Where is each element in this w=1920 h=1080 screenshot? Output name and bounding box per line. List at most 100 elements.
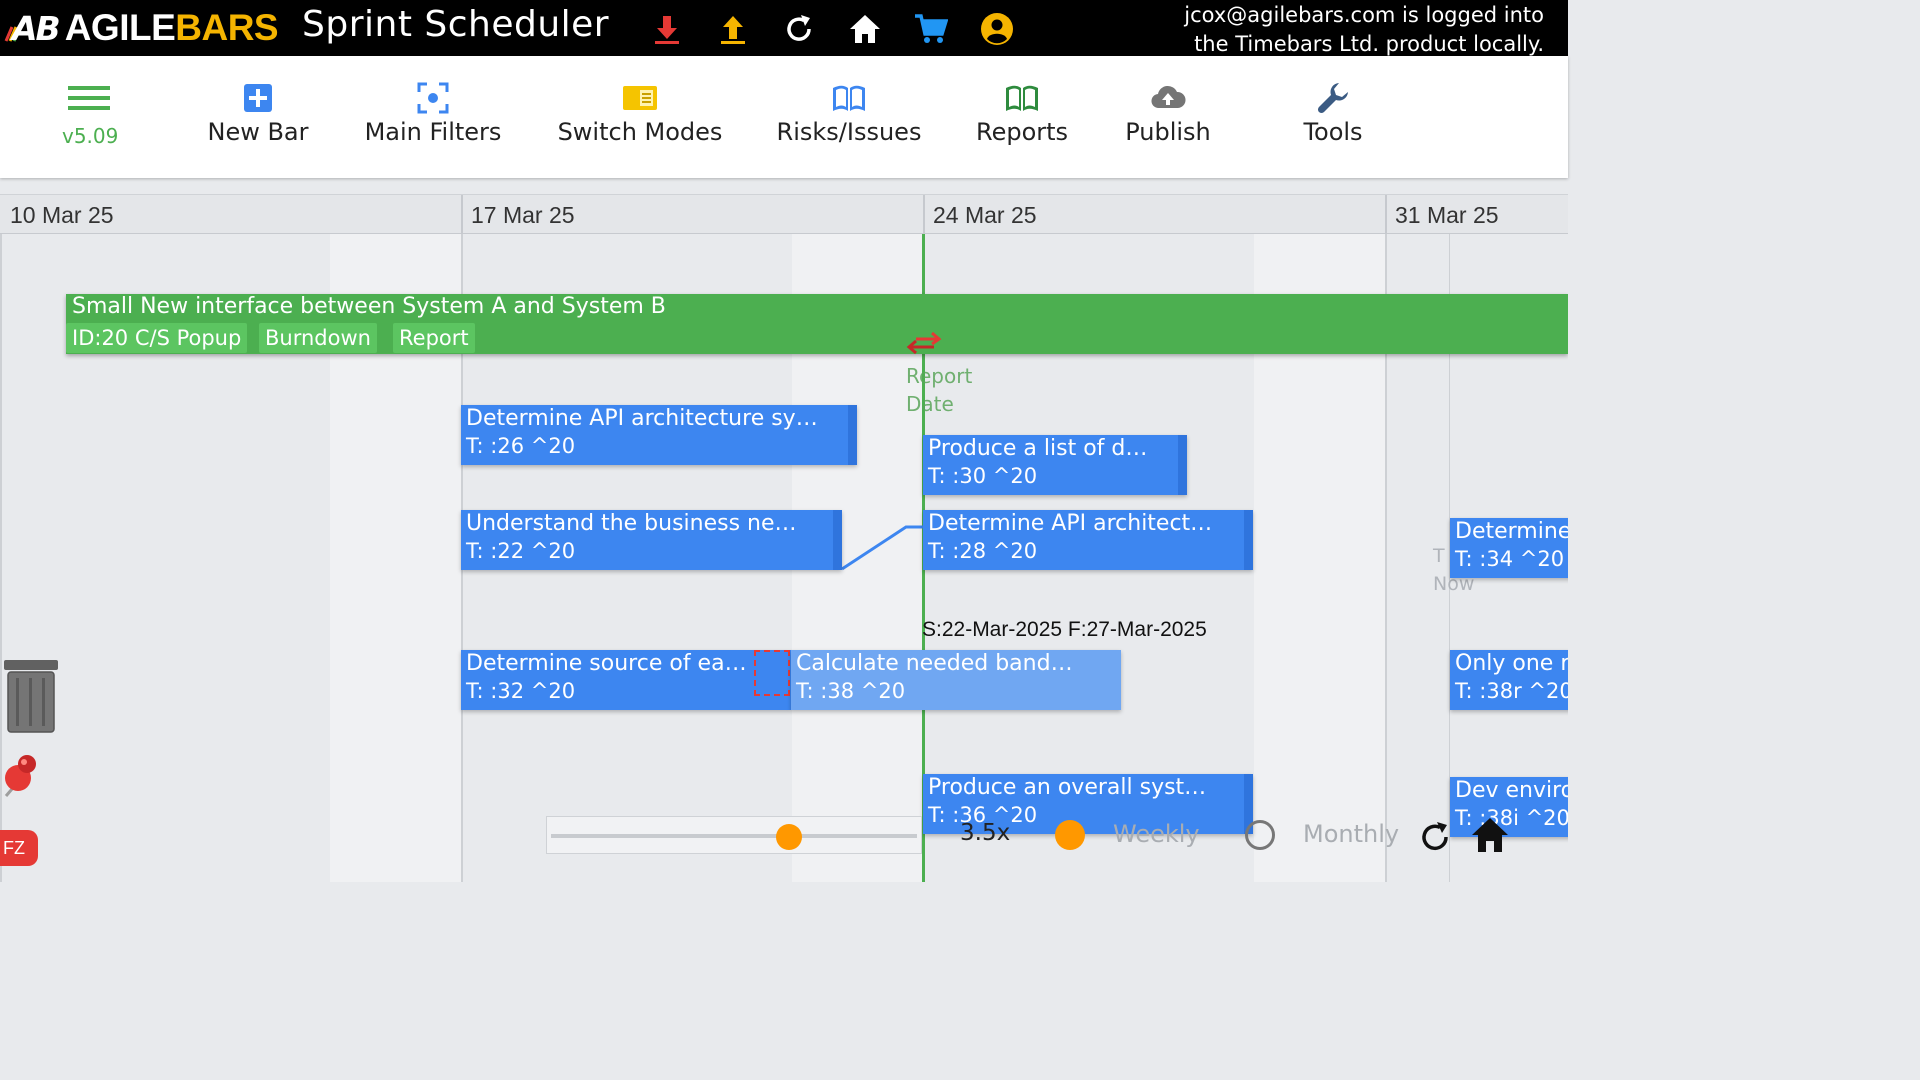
main-filters-button[interactable]: Main Filters bbox=[362, 80, 504, 146]
open-book-blue-icon bbox=[833, 85, 865, 111]
task-bar[interactable]: Determine API architecture sy… T: :26 ^2… bbox=[461, 405, 857, 465]
upload-icon[interactable] bbox=[716, 12, 750, 46]
resize-handle[interactable] bbox=[848, 405, 857, 465]
risks-issues-label: Risks/Issues bbox=[776, 118, 922, 146]
task-subtitle: T: :22 ^20 bbox=[466, 539, 576, 563]
task-title: Calculate needed band… bbox=[796, 651, 1073, 676]
publish-button[interactable]: Publish bbox=[1122, 80, 1214, 146]
date-header-week-3: 24 Mar 25 bbox=[923, 195, 1385, 235]
zoom-slider-track bbox=[551, 834, 917, 838]
task-subtitle: T: :32 ^20 bbox=[466, 679, 576, 703]
report-date-label: Report Date bbox=[906, 362, 972, 418]
timeline-header: 10 Mar 25 17 Mar 25 24 Mar 25 31 Mar 25 bbox=[0, 194, 1568, 235]
switch-modes-button[interactable]: Switch Modes bbox=[556, 80, 724, 146]
tools-button[interactable]: Tools bbox=[1296, 80, 1370, 146]
task-subtitle: T: :30 ^20 bbox=[928, 464, 1038, 488]
logo-agile: AGILE bbox=[64, 7, 176, 48]
popup-chip[interactable]: ID:20 C/S Popup bbox=[66, 323, 248, 353]
switch-modes-label: Switch Modes bbox=[557, 118, 723, 146]
task-bar[interactable]: Determine source of ea… T: :32 ^20 bbox=[461, 650, 791, 710]
download-icon[interactable] bbox=[650, 12, 684, 46]
focus-filter-icon bbox=[417, 82, 449, 114]
version-label: v5.09 bbox=[62, 124, 119, 148]
task-bar[interactable]: Determine T: :34 ^20 bbox=[1450, 518, 1568, 578]
tools-label: Tools bbox=[1303, 118, 1363, 146]
zoom-slider[interactable] bbox=[546, 816, 922, 854]
task-title: Dev enviro bbox=[1455, 778, 1568, 803]
task-bar[interactable]: Only one r T: :38r ^20 bbox=[1450, 650, 1568, 710]
task-subtitle: T: :28 ^20 bbox=[928, 539, 1038, 563]
agilebars-logo: AB AGILEBARS bbox=[4, 7, 279, 49]
reports-label: Reports bbox=[975, 118, 1069, 146]
switch-modes-icon bbox=[623, 86, 657, 110]
trash-icon[interactable] bbox=[4, 658, 58, 734]
drop-target-indicator bbox=[754, 650, 790, 696]
dependency-link-line bbox=[841, 525, 924, 571]
report-chip[interactable]: Report bbox=[393, 323, 475, 353]
report-date-line-2: Date bbox=[906, 392, 954, 416]
weekly-radio[interactable] bbox=[1055, 820, 1085, 850]
date-header-week-1: 10 Mar 25 bbox=[10, 202, 114, 228]
task-title: Determine API architect… bbox=[928, 511, 1213, 536]
swap-arrows-icon[interactable] bbox=[906, 330, 942, 356]
task-title: Determine source of ea… bbox=[466, 651, 747, 676]
account-icon[interactable] bbox=[980, 12, 1014, 46]
add-box-icon bbox=[244, 84, 272, 112]
date-header-week-4: 31 Mar 25 bbox=[1385, 195, 1585, 235]
schedule-canvas[interactable]: Small New interface between System A and… bbox=[0, 234, 1568, 882]
main-toolbar: v5.09 New Bar Main Filters Switch Modes bbox=[0, 56, 1568, 178]
task-bar[interactable]: Understand the business ne… T: :22 ^20 bbox=[461, 510, 842, 570]
task-title: Produce an overall syst… bbox=[928, 775, 1207, 800]
cloud-upload-icon bbox=[1151, 85, 1186, 109]
task-bar-dragging[interactable]: Calculate needed band… T: :38 ^20 bbox=[791, 650, 1121, 710]
task-title: Only one r bbox=[1455, 651, 1568, 676]
resize-handle[interactable] bbox=[1178, 435, 1187, 495]
fz-badge[interactable]: FZ bbox=[0, 830, 38, 866]
monthly-radio[interactable] bbox=[1245, 820, 1275, 850]
logo-bars: BARS bbox=[175, 7, 279, 48]
logo-mark: AB bbox=[12, 8, 61, 48]
reports-button[interactable]: Reports bbox=[972, 80, 1072, 146]
task-subtitle: T: :38 ^20 bbox=[796, 679, 906, 703]
logo-wordmark: AGILEBARS bbox=[64, 7, 279, 49]
login-line-2: the Timebars Ltd. product locally. bbox=[1194, 32, 1544, 56]
zoom-value: 3.5x bbox=[960, 820, 1011, 846]
resize-handle[interactable] bbox=[1244, 510, 1253, 570]
task-bar[interactable]: Produce a list of d… T: :30 ^20 bbox=[923, 435, 1187, 495]
scroll-to-today-home-icon[interactable] bbox=[1470, 816, 1510, 854]
task-title: Determine API architecture sy… bbox=[466, 406, 818, 431]
login-status: jcox@agilebars.com is logged into the Ti… bbox=[1184, 1, 1544, 59]
feature-title: Small New interface between System A and… bbox=[72, 294, 666, 319]
task-title: Understand the business ne… bbox=[466, 511, 797, 536]
open-book-green-icon bbox=[1006, 85, 1038, 111]
publish-label: Publish bbox=[1125, 118, 1211, 146]
weekly-label: Weekly bbox=[1113, 820, 1200, 848]
hamburger-menu-icon[interactable] bbox=[68, 84, 110, 112]
top-header: AB AGILEBARS Sprint Scheduler jcox@agile… bbox=[0, 0, 1568, 56]
cart-icon[interactable] bbox=[914, 12, 948, 46]
push-pin-icon[interactable] bbox=[0, 752, 42, 802]
reset-view-icon[interactable] bbox=[1418, 820, 1452, 854]
zoom-slider-knob[interactable] bbox=[775, 824, 802, 850]
monthly-label: Monthly bbox=[1303, 820, 1400, 848]
burndown-chip[interactable]: Burndown bbox=[259, 323, 377, 353]
new-bar-button[interactable]: New Bar bbox=[206, 80, 310, 146]
main-filters-label: Main Filters bbox=[364, 118, 502, 146]
task-subtitle: T: :34 ^20 bbox=[1455, 547, 1565, 571]
date-header-week-2: 17 Mar 25 bbox=[461, 195, 923, 235]
risks-issues-button[interactable]: Risks/Issues bbox=[776, 80, 922, 146]
refresh-icon[interactable] bbox=[782, 12, 816, 46]
login-line-1: jcox@agilebars.com is logged into bbox=[1184, 3, 1544, 27]
task-title: Produce a list of d… bbox=[928, 436, 1148, 461]
resize-handle[interactable] bbox=[833, 510, 842, 570]
app-title: Sprint Scheduler bbox=[302, 4, 610, 45]
selected-bar-dates: S:22-Mar-2025 F:27-Mar-2025 bbox=[922, 618, 1207, 641]
wrench-icon bbox=[1317, 83, 1348, 114]
task-subtitle: T: :26 ^20 bbox=[466, 434, 576, 458]
task-subtitle: T: :38r ^20 bbox=[1455, 679, 1568, 703]
feature-bar[interactable]: Small New interface between System A and… bbox=[66, 294, 1568, 354]
home-icon[interactable] bbox=[848, 12, 882, 46]
report-date-line-1: Report bbox=[906, 364, 973, 388]
task-bar[interactable]: Determine API architect… T: :28 ^20 bbox=[923, 510, 1253, 570]
new-bar-label: New Bar bbox=[207, 118, 309, 146]
